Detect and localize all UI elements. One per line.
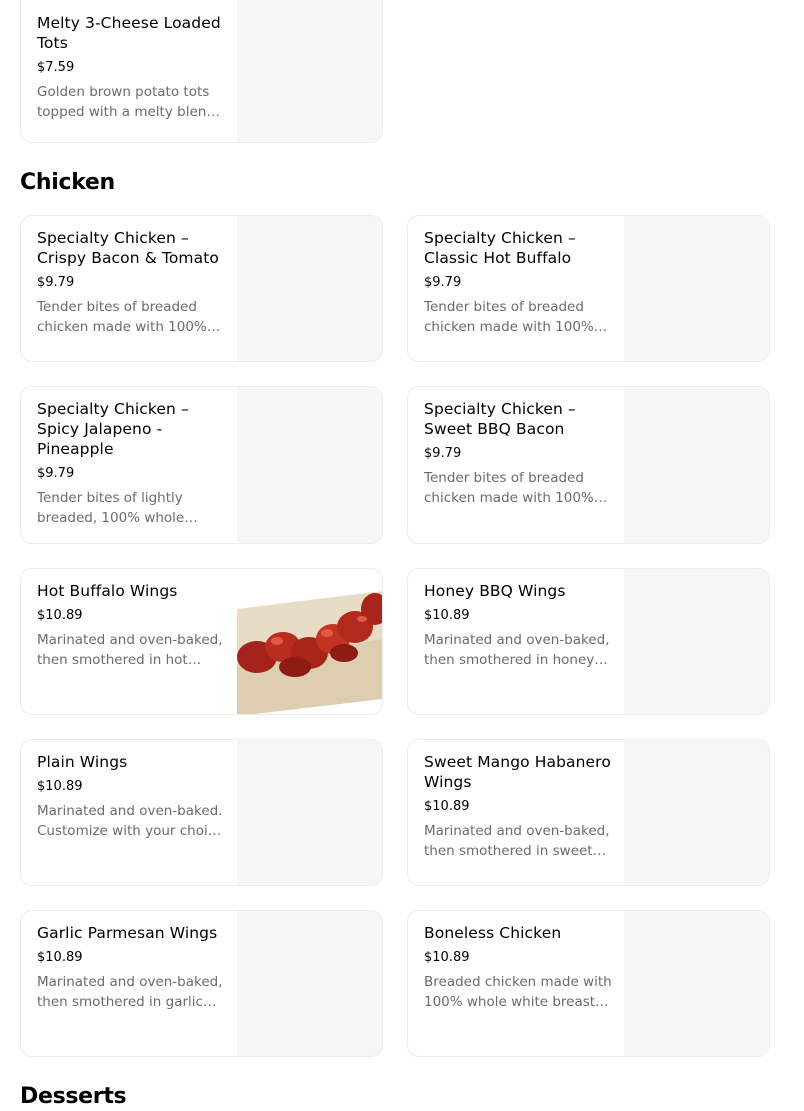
menu-item-card[interactable]: Specialty Chicken – Spicy Jalapeno - Pin… <box>20 386 383 544</box>
menu-item-card[interactable]: Specialty Chicken – Crispy Bacon & Tomat… <box>20 215 383 362</box>
item-description: Breaded chicken made with 100% whole whi… <box>424 974 612 1010</box>
menu-item-card[interactable]: Boneless Chicken $10.89 Breaded chicken … <box>407 910 770 1057</box>
item-name: Specialty Chicken – Sweet BBQ Bacon <box>424 400 576 438</box>
item-price: $10.89 <box>37 608 83 623</box>
item-price: $7.59 <box>37 60 75 75</box>
menu-item-card[interactable]: Sweet Mango Habanero Wings $10.89 Marina… <box>407 739 770 886</box>
item-image-placeholder <box>624 216 769 361</box>
menu-item-card[interactable]: Specialty Chicken – Sweet BBQ Bacon $9.7… <box>407 386 770 544</box>
item-description: Marinated and oven-baked. Customize with… <box>37 803 224 839</box>
item-description: Marinated and oven-baked, then smothered… <box>424 823 610 859</box>
item-price: $9.79 <box>424 275 462 290</box>
item-image-placeholder <box>237 911 382 1056</box>
item-price: $9.79 <box>424 446 462 461</box>
item-description: Tender bites of breaded chicken made wit… <box>424 299 594 335</box>
item-price: $10.89 <box>424 950 470 965</box>
item-description: Marinated and oven-baked, then smothered… <box>424 632 610 668</box>
item-name: Specialty Chicken – Crispy Bacon & Tomat… <box>37 229 219 267</box>
item-description: Tender bites of lightly breaded, 100% wh… <box>37 490 185 526</box>
item-name: Specialty Chicken – Spicy Jalapeno - Pin… <box>37 400 189 458</box>
item-image-placeholder <box>624 911 769 1056</box>
hot-buffalo-wings-photo <box>237 569 382 714</box>
menu-item-card[interactable]: Specialty Chicken – Classic Hot Buffalo … <box>407 215 770 362</box>
item-image-placeholder <box>237 387 382 543</box>
item-price: $10.89 <box>424 799 470 814</box>
item-name: Boneless Chicken <box>424 924 562 942</box>
item-price: $10.89 <box>424 608 470 623</box>
item-image-placeholder <box>624 740 769 885</box>
item-description: Tender bites of breaded chicken made wit… <box>424 470 594 506</box>
item-name: Honey BBQ Wings <box>424 582 566 600</box>
menu-item-card[interactable]: Hot Buffalo Wings $10.89 Marinated and o… <box>20 568 383 715</box>
menu-item-card[interactable]: Honey BBQ Wings $10.89 Marinated and ove… <box>407 568 770 715</box>
item-name: Plain Wings <box>37 753 128 771</box>
item-image-placeholder <box>237 216 382 361</box>
menu-item-card[interactable]: Plain Wings $10.89 Marinated and oven-ba… <box>20 739 383 886</box>
item-image-placeholder <box>237 740 382 885</box>
item-price: $10.89 <box>37 779 83 794</box>
item-name: Specialty Chicken – Classic Hot Buffalo <box>424 229 576 267</box>
item-description: Tender bites of breaded chicken made wit… <box>37 299 207 335</box>
item-description: Marinated and oven-baked, then smothered… <box>37 974 223 1010</box>
menu-item-card[interactable]: Garlic Parmesan Wings $10.89 Marinated a… <box>20 910 383 1057</box>
section-title-desserts: Desserts <box>20 1084 127 1109</box>
item-image-placeholder <box>624 387 769 543</box>
item-price: $10.89 <box>37 950 83 965</box>
item-description: Marinated and oven-baked, then smothered… <box>37 632 223 668</box>
item-name: Sweet Mango Habanero Wings <box>424 753 611 791</box>
item-image-placeholder <box>237 0 382 142</box>
item-description: Golden brown potato tots topped with a m… <box>37 84 215 120</box>
item-image-placeholder <box>624 569 769 714</box>
item-name: Hot Buffalo Wings <box>37 582 178 600</box>
section-title-chicken: Chicken <box>20 170 115 195</box>
menu-item-card[interactable]: Melty 3-Cheese Loaded Tots $7.59 Golden … <box>20 0 383 143</box>
item-price: $9.79 <box>37 275 75 290</box>
item-name: Melty 3-Cheese Loaded Tots <box>37 14 221 52</box>
item-name: Garlic Parmesan Wings <box>37 924 218 942</box>
item-price: $9.79 <box>37 466 75 481</box>
